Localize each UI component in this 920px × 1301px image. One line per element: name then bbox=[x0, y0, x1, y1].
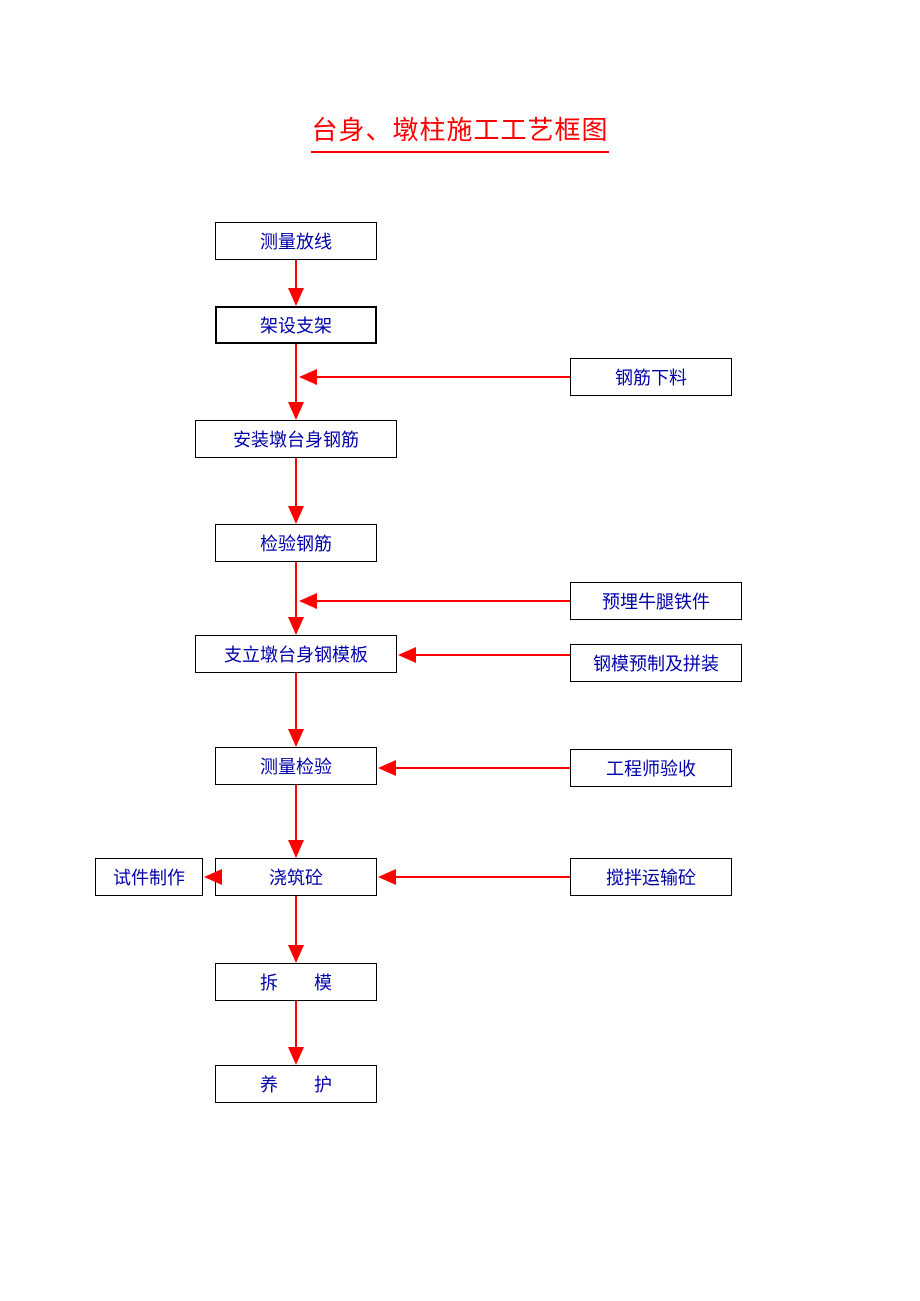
node-curing: 养 护 bbox=[215, 1065, 377, 1103]
node-inspect-rebar: 检验钢筋 bbox=[215, 524, 377, 562]
node-install-rebar: 安装墩台身钢筋 bbox=[195, 420, 397, 458]
node-remove-formwork: 拆 模 bbox=[215, 963, 377, 1001]
node-specimen: 试件制作 bbox=[95, 858, 203, 896]
node-rebar-cutting: 钢筋下料 bbox=[570, 358, 732, 396]
arrows-layer bbox=[0, 0, 920, 1301]
node-formwork-prefab: 钢模预制及拼装 bbox=[570, 644, 742, 682]
node-erect-formwork: 支立墩台身钢模板 bbox=[195, 635, 397, 673]
node-measure-inspect: 测量检验 bbox=[215, 747, 377, 785]
node-measure-layout: 测量放线 bbox=[215, 222, 377, 260]
node-engineer-accept: 工程师验收 bbox=[570, 749, 732, 787]
node-erect-support: 架设支架 bbox=[215, 306, 377, 344]
node-mix-transport: 搅拌运输砼 bbox=[570, 858, 732, 896]
flowchart-canvas: 测量放线 架设支架 安装墩台身钢筋 检验钢筋 支立墩台身钢模板 测量检验 浇筑砼… bbox=[0, 0, 920, 1301]
node-embedded-parts: 预埋牛腿铁件 bbox=[570, 582, 742, 620]
node-pour-concrete: 浇筑砼 bbox=[215, 858, 377, 896]
